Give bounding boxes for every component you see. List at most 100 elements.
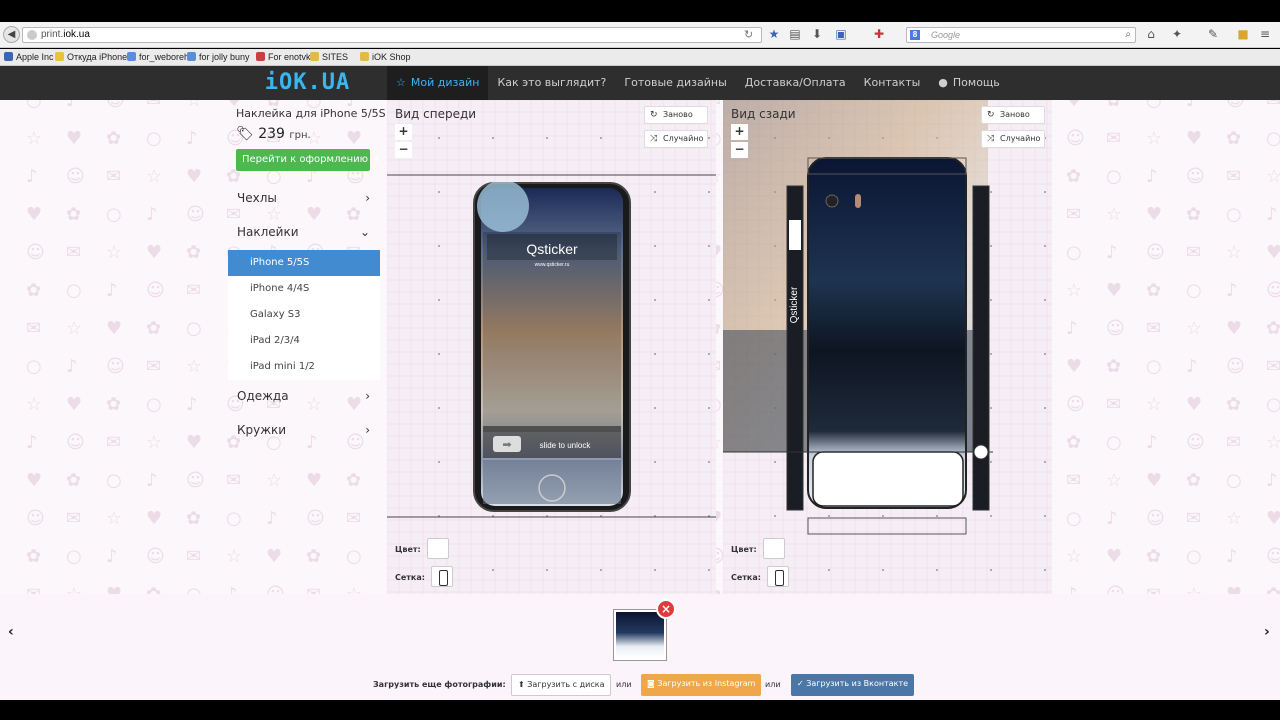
svg-text:✉: ✉ xyxy=(26,318,41,339)
menu-item[interactable]: ● Помощь xyxy=(929,66,1008,100)
front-reset-label: Заново xyxy=(663,110,693,119)
bookmark-item[interactable]: For enotvk xyxy=(256,52,311,62)
svg-text:○: ○ xyxy=(1146,356,1162,377)
back-button[interactable]: ◀ xyxy=(3,26,20,43)
upload-vk-label: Загрузить из Вконтакте xyxy=(806,679,909,688)
svg-text:♥: ♥ xyxy=(186,166,202,187)
back-random-label: Случайно xyxy=(1000,134,1041,143)
subcategory-item[interactable]: Galaxy S3 xyxy=(228,302,380,328)
svg-text:♥: ♥ xyxy=(1226,318,1242,339)
search-input[interactable]: 8 Google ⌕ xyxy=(906,27,1136,43)
subcategory-item[interactable]: iPhone 5/5S xyxy=(228,250,380,276)
bookmark-icon xyxy=(127,52,136,61)
svg-text:☺: ☺ xyxy=(1226,356,1245,377)
bookmark-label: for jolly buny xyxy=(199,52,250,62)
front-color-swatch[interactable] xyxy=(427,538,449,559)
bookmark-label: Apple Inc xyxy=(16,52,54,62)
back-zoom-in-button[interactable]: + xyxy=(731,124,748,140)
subcategory-item[interactable]: iPad mini 1/2 xyxy=(228,354,380,380)
svg-text:✉: ✉ xyxy=(1226,432,1241,453)
front-grid-toggle[interactable] xyxy=(431,566,453,587)
svg-text:✿: ✿ xyxy=(346,470,361,491)
category-item[interactable]: Одежда › xyxy=(228,381,380,411)
svg-text:✉: ✉ xyxy=(146,356,161,377)
back-view-title: Вид сзади xyxy=(731,107,796,121)
svg-text:○: ○ xyxy=(186,318,202,339)
svg-text:✿: ✿ xyxy=(66,470,81,491)
reload-icon[interactable]: ↻ xyxy=(744,28,753,41)
home-icon[interactable]: ⌂ xyxy=(1144,27,1158,41)
currency: грн. xyxy=(289,130,311,141)
back-zoom-out-button[interactable]: − xyxy=(731,142,748,158)
checkout-button[interactable]: Перейти к оформлению ➔ xyxy=(236,149,380,171)
menu-item[interactable]: Готовые дизайны xyxy=(615,66,735,100)
back-color-swatch[interactable] xyxy=(763,538,785,559)
front-reset-button[interactable]: ↻ Заново xyxy=(644,106,708,124)
svg-text:○: ○ xyxy=(146,128,162,149)
back-reset-label: Заново xyxy=(1000,110,1030,119)
front-zoom-out-button[interactable]: − xyxy=(395,142,412,158)
svg-text:✿: ✿ xyxy=(1146,546,1161,567)
pencil-icon[interactable]: ✎ xyxy=(1206,27,1220,41)
menu-item[interactable]: Доставка/Оплата xyxy=(736,66,855,100)
bookmarks-menu-icon[interactable]: ▤ xyxy=(788,27,802,41)
phone-back[interactable]: Qsticker xyxy=(723,100,1052,594)
back-random-button[interactable]: ⤨ Случайно xyxy=(981,130,1045,148)
downloads-icon[interactable]: ⬇ xyxy=(810,27,824,41)
bookmark-item[interactable]: SITES xyxy=(310,52,348,62)
svg-text:☆: ☆ xyxy=(226,546,242,567)
svg-text:✿: ✿ xyxy=(1226,394,1241,415)
next-arrow-icon[interactable]: › xyxy=(1264,624,1270,640)
category-item[interactable]: Наклейки ⌄ xyxy=(228,217,380,247)
subcategory-item[interactable]: iPhone 4/4S xyxy=(228,276,380,302)
upload-instagram-button[interactable]: ◙ Загрузить из Instagram xyxy=(641,674,762,696)
category-item[interactable]: Кружки › xyxy=(228,415,380,445)
svg-text:♪: ♪ xyxy=(1066,318,1078,339)
tools-icon[interactable]: ✦ xyxy=(1170,27,1184,41)
site-identity-icon[interactable] xyxy=(27,30,37,40)
menu-item[interactable]: Как это выглядит? xyxy=(488,66,615,100)
upload-disk-button[interactable]: ⬆ Загрузить с диска xyxy=(511,674,612,696)
refresh-icon: ↻ xyxy=(987,110,995,120)
svg-text:♪: ♪ xyxy=(1146,166,1158,187)
front-zoom-in-button[interactable]: + xyxy=(395,124,412,140)
bookmark-icon xyxy=(187,52,196,61)
svg-text:✉: ✉ xyxy=(1066,204,1081,225)
lock-icon[interactable]: ■ xyxy=(1236,27,1250,41)
svg-text:♪: ♪ xyxy=(26,432,38,453)
browser-window: ◀ print.iok.ua ↻ ★ ▤ ⬇ ▣ ✚ 8 Google ⌕ ⌂ ✦ … xyxy=(0,0,1280,720)
bookmark-item[interactable]: iOK Shop xyxy=(360,52,411,62)
menu-icon[interactable]: ≡ xyxy=(1258,27,1272,41)
save-icon[interactable]: ▣ xyxy=(834,27,848,41)
addon-icon[interactable]: ✚ xyxy=(872,27,886,41)
search-engine-icon[interactable]: 8 xyxy=(910,30,920,40)
front-random-button[interactable]: ⤨ Случайно xyxy=(644,130,708,148)
bookmark-item[interactable]: for_weboreh xyxy=(127,52,189,62)
bookmark-star-icon[interactable]: ★ xyxy=(767,27,781,41)
back-grid-toggle[interactable] xyxy=(767,566,789,587)
menu-item[interactable]: ☆ Мой дизайн xyxy=(387,66,489,100)
back-reset-button[interactable]: ↻ Заново xyxy=(981,106,1045,124)
site-logo[interactable]: iOK.UA xyxy=(228,66,387,100)
svg-text:☺: ☺ xyxy=(26,242,45,263)
menu-item[interactable]: Контакты xyxy=(855,66,930,100)
upload-label: Загрузить еще фотографии: xyxy=(373,680,506,689)
category-item[interactable]: Чехлы › xyxy=(228,183,380,213)
bookmark-item[interactable]: Apple Inc xyxy=(4,52,54,62)
remove-photo-icon[interactable]: × xyxy=(656,599,676,619)
svg-text:○: ○ xyxy=(1106,166,1122,187)
bookmark-item[interactable]: for jolly buny xyxy=(187,52,250,62)
bookmark-item[interactable]: Откуда iPhone? xyxy=(55,52,132,62)
svg-text:○: ○ xyxy=(106,470,122,491)
arrow-right-icon: ➔ xyxy=(371,154,380,165)
svg-text:♪: ♪ xyxy=(186,128,198,149)
subcategory-item[interactable]: iPad 2/3/4 xyxy=(228,328,380,354)
prev-arrow-icon[interactable]: ‹ xyxy=(8,624,14,640)
phone-front[interactable]: Qsticker www.qsticker.ru ➡ slide to unlo… xyxy=(473,182,631,512)
search-icon[interactable]: ⌕ xyxy=(1125,28,1131,42)
back-view-panel: Qsticker Вид сзади + − ↻ Заново ⤨ Случайно… xyxy=(723,100,1052,594)
upload-vk-button[interactable]: ✓ Загрузить из Вконтакте xyxy=(791,674,915,696)
url-bar[interactable]: print.iok.ua xyxy=(22,27,762,43)
bottom-bar xyxy=(0,700,1280,720)
site-header: iOK.UA ☆ Мой дизайн Как это выглядит? Готов… xyxy=(0,66,1280,100)
